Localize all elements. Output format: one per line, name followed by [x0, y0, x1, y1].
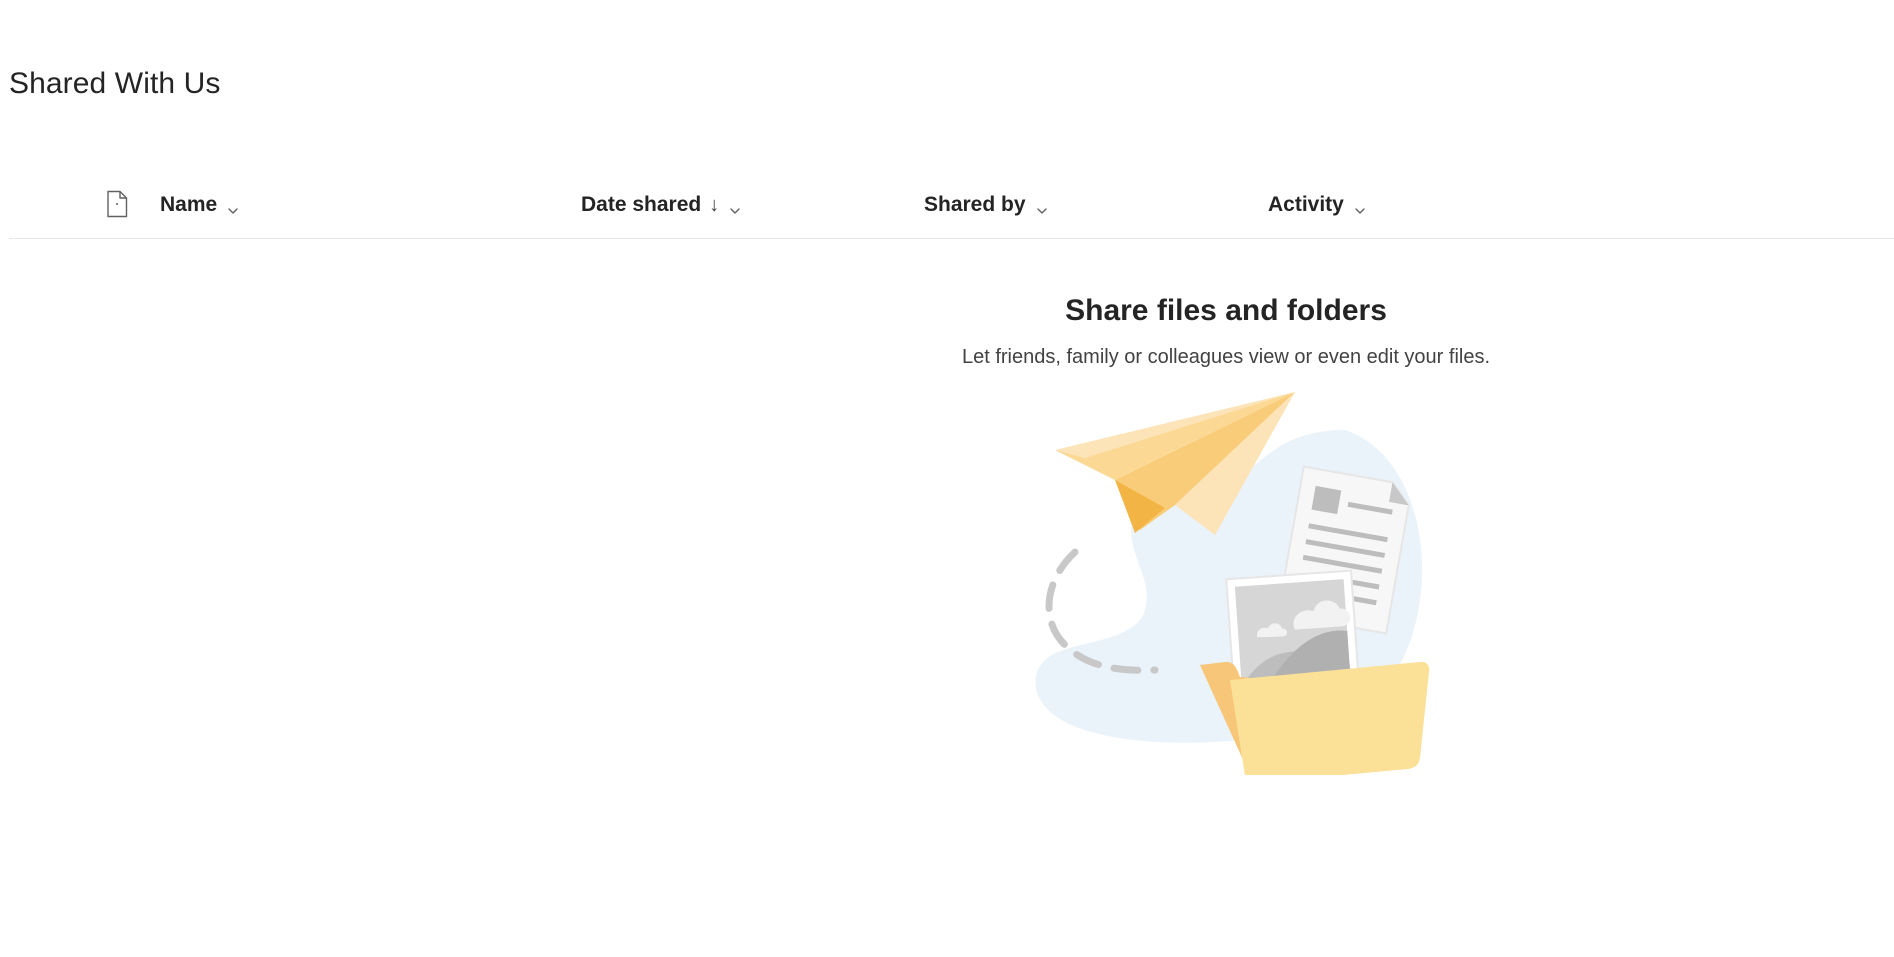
chevron-down-icon — [1354, 199, 1366, 214]
chevron-down-icon — [729, 199, 741, 214]
column-header-shared-by-label: Shared by — [924, 193, 1026, 216]
column-header-shared-by[interactable]: Shared by — [924, 190, 1048, 220]
sort-descending-icon: ↓ — [709, 193, 720, 216]
column-header-activity[interactable]: Activity — [1268, 190, 1366, 220]
chevron-down-icon — [227, 199, 239, 214]
paper-plane-folder-illustration — [1025, 380, 1430, 784]
page-title: Shared With Us — [9, 67, 221, 100]
chevron-down-icon — [1036, 199, 1048, 214]
column-header-name-label: Name — [160, 193, 218, 216]
column-header-date-shared-label: Date shared — [581, 193, 702, 216]
column-header-activity-label: Activity — [1268, 193, 1344, 216]
empty-state-subtitle: Let friends, family or colleagues view o… — [961, 346, 1491, 368]
column-header-row: Name Date shared ↓ Shared by Activity — [9, 172, 1894, 239]
column-header-date-shared[interactable]: Date shared ↓ — [581, 190, 741, 220]
shared-with-us-page: Shared With Us Name Date shared ↓ Shared… — [0, 0, 1894, 957]
file-icon[interactable] — [105, 190, 129, 218]
empty-state-title: Share files and folders — [1065, 294, 1387, 327]
column-header-name[interactable]: Name — [160, 190, 239, 220]
